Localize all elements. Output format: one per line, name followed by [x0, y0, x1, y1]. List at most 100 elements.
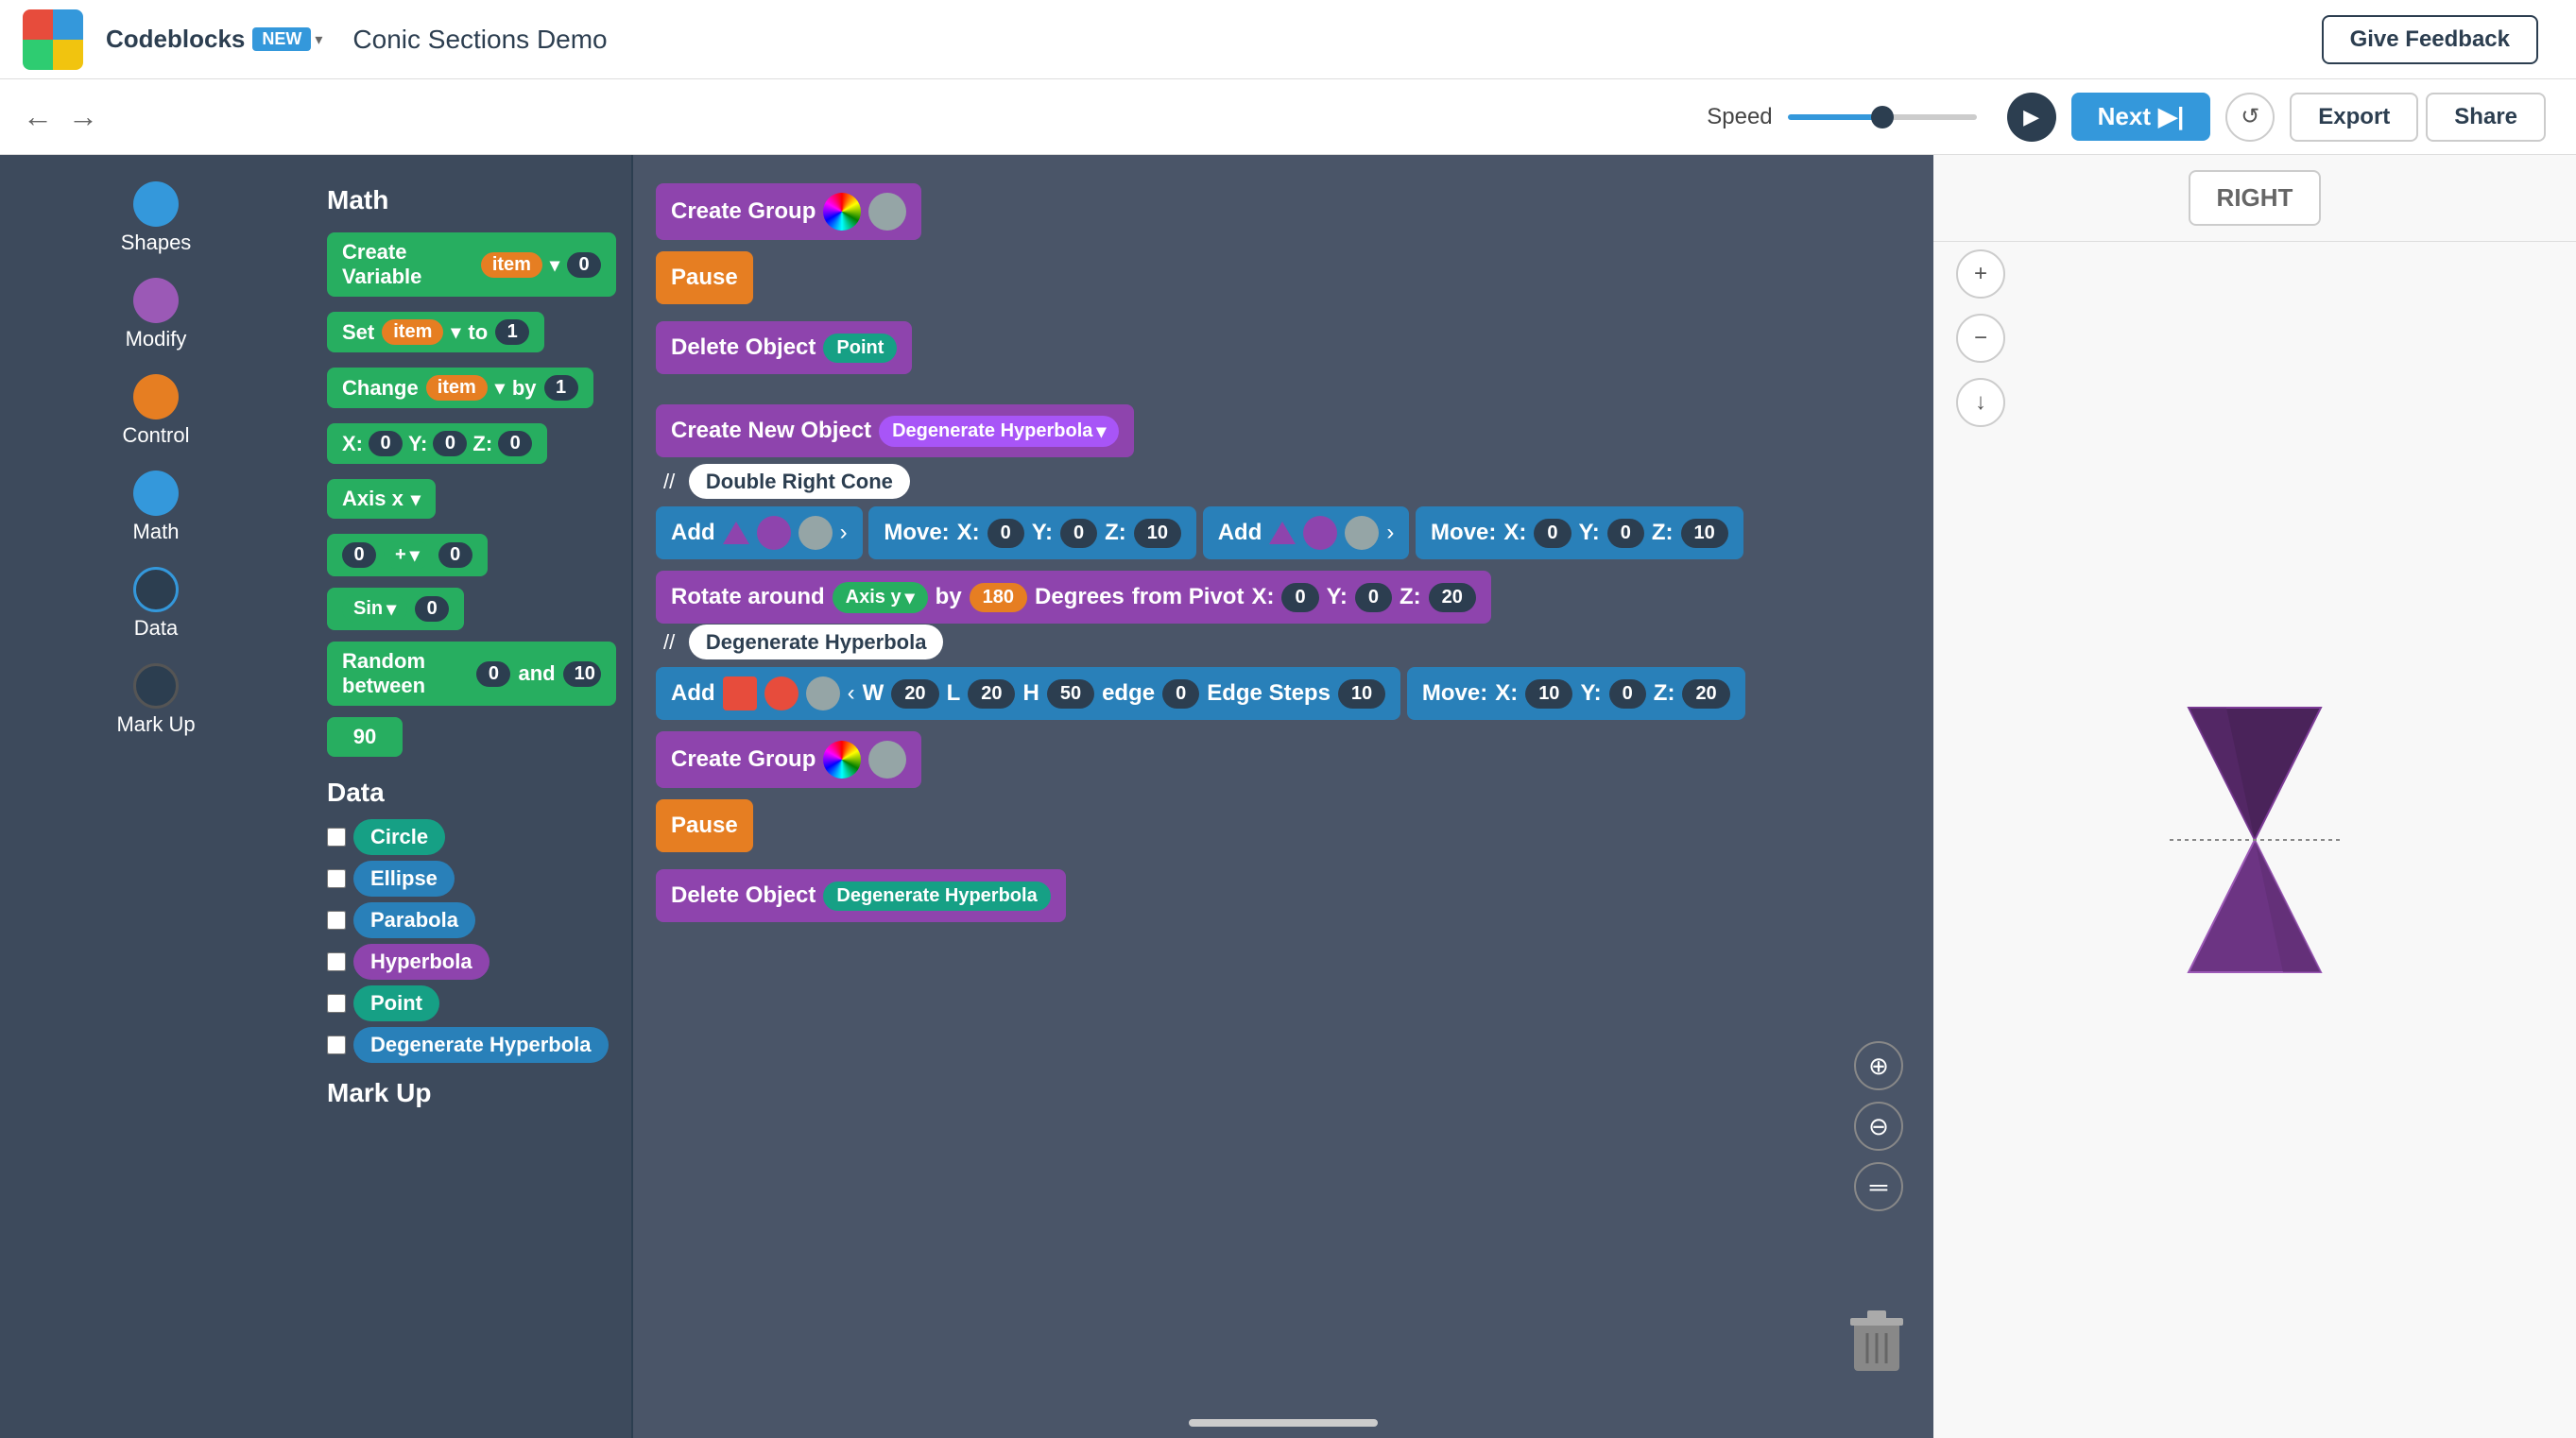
sidebar-label-shapes: Shapes	[121, 231, 192, 255]
degen-hyperbola-checkbox[interactable]	[327, 1036, 346, 1054]
sidebar-item-control[interactable]: Control	[0, 363, 312, 459]
z-label: Z:	[472, 432, 492, 456]
change-item-block[interactable]: Change item ▾ by 1	[327, 368, 593, 408]
speed-slider[interactable]	[1788, 114, 1977, 120]
left-sidebar: Shapes Modify Control Math Data Mark Up	[0, 155, 312, 1438]
sidebar-item-modify[interactable]: Modify	[0, 266, 312, 363]
rotate-by-label: by	[936, 584, 962, 610]
brand-name: Codeblocks	[106, 25, 245, 54]
sidebar-item-math[interactable]: Math	[0, 459, 312, 556]
create-variable-label: Create Variable	[342, 240, 473, 289]
chevron-left-icon: ‹	[848, 680, 855, 707]
math-right: 0	[438, 542, 472, 568]
ellipse-item[interactable]: Ellipse	[327, 861, 616, 897]
move-block-1[interactable]: Move: X: 0 Y: 0 Z: 10	[868, 506, 1196, 559]
move-x-1: 0	[987, 519, 1024, 548]
hyperbola-checkbox[interactable]	[327, 952, 346, 971]
rotate-block[interactable]: Rotate around Axis y ▾ by 180 Degrees fr…	[656, 571, 1491, 624]
reset-canvas-zoom-button[interactable]: ═	[1854, 1162, 1903, 1211]
comment-slash-2: //	[663, 630, 675, 654]
math-left: 0	[342, 542, 376, 568]
set-label: Set	[342, 320, 374, 345]
degen-hyperbola-tag: Degenerate Hyperbola	[353, 1027, 609, 1063]
delete-object-degen-block[interactable]: Delete Object Degenerate Hyperbola	[656, 869, 1066, 922]
add-label-1: Add	[671, 520, 715, 546]
markup-section-title: Mark Up	[327, 1078, 616, 1108]
xyz-block[interactable]: X: 0 Y: 0 Z: 0	[327, 423, 547, 464]
move-block-2[interactable]: Move: X: 0 Y: 0 Z: 10	[1416, 506, 1743, 559]
sidebar-label-data: Data	[134, 616, 178, 641]
axis-block[interactable]: Axis x ▾	[327, 479, 436, 519]
set-block[interactable]: Set item ▾ to 1	[327, 312, 544, 352]
set-item-badge: item	[382, 319, 443, 345]
create-new-object-label: Create New Object	[671, 418, 871, 444]
circle-item[interactable]: Circle	[327, 819, 616, 855]
point-checkbox[interactable]	[327, 994, 346, 1013]
sidebar-item-data[interactable]: Data	[0, 556, 312, 652]
chevron-right-2: ›	[1386, 520, 1394, 546]
move-y-label-3: Y:	[1580, 680, 1601, 707]
next-button[interactable]: Next ▶|	[2071, 93, 2211, 141]
hourglass-svg	[2132, 689, 2378, 991]
move-x-label-2: X:	[1503, 520, 1526, 546]
hyperbola-item[interactable]: Hyperbola	[327, 944, 616, 980]
random-and-label: and	[518, 661, 555, 686]
add-shape-block[interactable]: Add ‹ W 20 L 20 H 50 edge 0 Edge Steps 1…	[656, 667, 1400, 720]
circle-tag: Circle	[353, 819, 445, 855]
create-new-object-block[interactable]: Create New Object Degenerate Hyperbola ▾	[656, 404, 1134, 457]
move-z-label-1: Z:	[1105, 520, 1126, 546]
add-block-1[interactable]: Add ›	[656, 506, 863, 559]
ellipse-checkbox[interactable]	[327, 869, 346, 888]
sidebar-item-markup[interactable]: Mark Up	[0, 652, 312, 748]
give-feedback-button[interactable]: Give Feedback	[2322, 15, 2538, 64]
pause-label-2: Pause	[671, 813, 738, 839]
circle-checkbox[interactable]	[327, 828, 346, 847]
rotate-from-pivot: from Pivot	[1132, 584, 1245, 610]
export-button[interactable]: Export	[2290, 93, 2418, 142]
add-block-2[interactable]: Add ›	[1203, 506, 1410, 559]
sin-dropdown[interactable]: Sin ▾	[342, 595, 407, 623]
view-right-label: RIGHT	[2189, 170, 2322, 226]
reset-button[interactable]: ↺	[2225, 93, 2275, 142]
rotate-z-label: Z:	[1400, 584, 1421, 610]
sin-block[interactable]: Sin ▾ 0	[327, 588, 464, 630]
math-op-badge[interactable]: + ▾	[384, 541, 431, 569]
ellipse-tag: Ellipse	[353, 861, 455, 897]
forward-arrow-icon[interactable]: →	[68, 99, 98, 134]
delete-object-point-block[interactable]: Delete Object Point	[656, 321, 912, 374]
zoom-out-canvas-button[interactable]: ⊖	[1854, 1102, 1903, 1151]
play-button[interactable]	[2007, 93, 2056, 142]
degen-hyperbola-item[interactable]: Degenerate Hyperbola	[327, 1027, 616, 1063]
brand-dropdown-icon[interactable]: ▾	[315, 30, 322, 49]
pause-block-1[interactable]: Pause	[656, 251, 753, 304]
double-right-cone-comment: Double Right Cone	[689, 464, 910, 499]
create-variable-block[interactable]: Create Variable item ▾ 0	[327, 232, 616, 297]
rotate-z: 20	[1429, 583, 1476, 612]
point-item[interactable]: Point	[327, 985, 616, 1021]
zoom-in-canvas-button[interactable]: ⊕	[1854, 1041, 1903, 1090]
triangle-icon-2	[1269, 522, 1296, 544]
parabola-checkbox[interactable]	[327, 911, 346, 930]
canvas-scrollbar[interactable]	[1189, 1419, 1378, 1427]
move-block-3[interactable]: Move: X: 10 Y: 0 Z: 20	[1407, 667, 1745, 720]
parabola-item[interactable]: Parabola	[327, 902, 616, 938]
gray-icon-2	[868, 741, 906, 779]
gray-circle-3	[806, 676, 840, 710]
create-group-block-1[interactable]: Create Group	[656, 183, 921, 240]
math-expr-block[interactable]: 0 + ▾ 0	[327, 534, 488, 576]
rotate-x-label: X:	[1251, 584, 1274, 610]
value-90-block[interactable]: 90	[327, 717, 403, 757]
pause-label-1: Pause	[671, 265, 738, 291]
share-button[interactable]: Share	[2426, 93, 2546, 142]
create-group-block-2[interactable]: Create Group	[656, 731, 921, 788]
sidebar-item-shapes[interactable]: Shapes	[0, 170, 312, 266]
back-arrow-icon[interactable]: ←	[23, 99, 53, 134]
gray-icon-1	[868, 193, 906, 231]
trash-button[interactable]	[1846, 1307, 1907, 1381]
random-block[interactable]: Random between 0 and 10	[327, 642, 616, 706]
chevron-right-1: ›	[840, 520, 848, 546]
view-header: RIGHT	[1933, 155, 2576, 242]
edge-value: 0	[1162, 679, 1199, 709]
x-label: X:	[342, 432, 363, 456]
pause-block-2[interactable]: Pause	[656, 799, 753, 852]
